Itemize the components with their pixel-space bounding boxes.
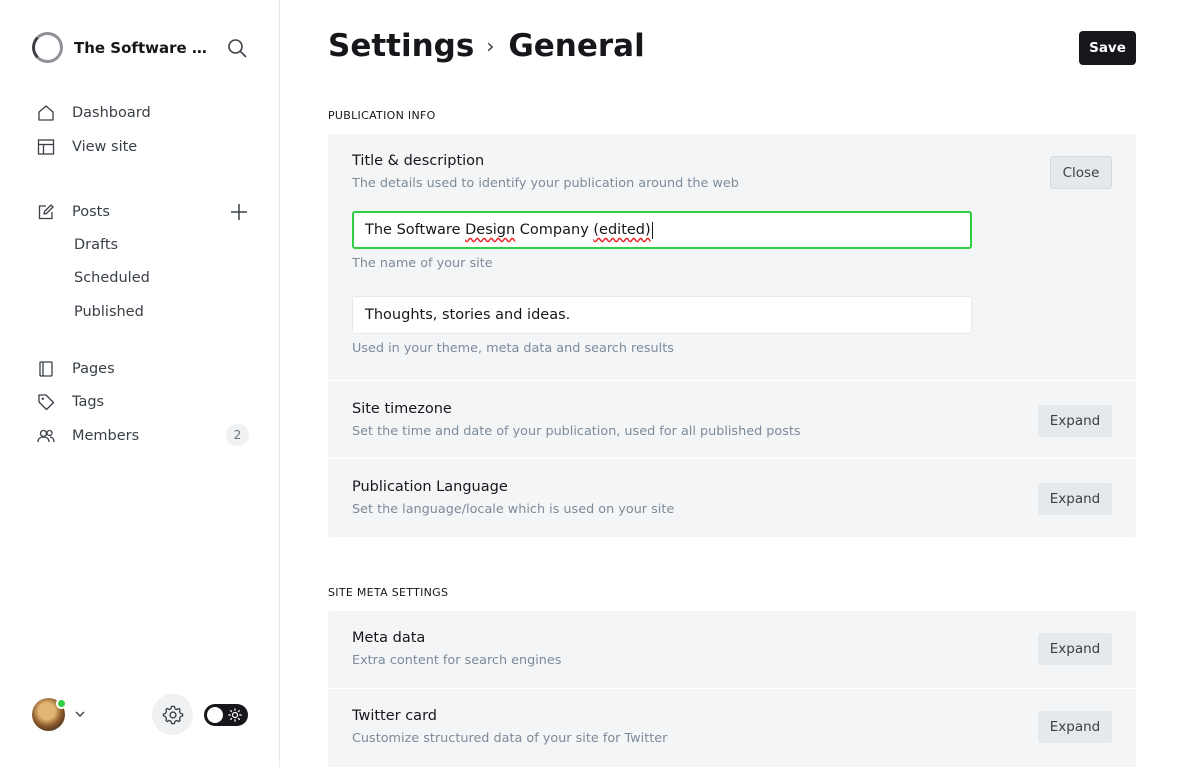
sidebar-item-label: Posts xyxy=(72,204,110,220)
sidebar-item-tags[interactable]: Tags xyxy=(36,390,104,414)
tag-icon xyxy=(36,392,56,412)
sidebar-item-dashboard[interactable]: Dashboard xyxy=(36,101,151,125)
page-title: Settings › General xyxy=(328,28,645,64)
sidebar-item-label: Tags xyxy=(72,394,105,410)
members-icon xyxy=(36,426,56,446)
row-title: Site timezone xyxy=(352,401,452,417)
gear-icon xyxy=(162,705,183,724)
sidebar-item-label: View site xyxy=(72,139,138,155)
save-button[interactable]: Save xyxy=(1079,31,1136,65)
site-description-help: Used in your theme, meta data and search… xyxy=(352,341,674,356)
meta-data-row: Meta data Extra content for search engin… xyxy=(328,611,1136,689)
site-meta-group: Meta data Extra content for search engin… xyxy=(328,611,1136,767)
sidebar-item-label: Members xyxy=(72,428,140,444)
sidebar-item-drafts[interactable]: Drafts xyxy=(74,237,118,253)
close-button[interactable]: Close xyxy=(1050,156,1112,189)
expand-button[interactable]: Expand xyxy=(1038,711,1112,743)
expand-button[interactable]: Expand xyxy=(1038,633,1112,665)
sidebar-item-posts[interactable]: Posts xyxy=(36,200,110,224)
row-description: The details used to identify your public… xyxy=(352,176,739,191)
brand[interactable]: The Software De... xyxy=(32,32,214,63)
sidebar-item-published[interactable]: Published xyxy=(74,304,144,320)
sidebar-item-label: Pages xyxy=(72,361,115,377)
page-icon xyxy=(36,359,56,379)
publication-info-group: Title & description The details used to … xyxy=(328,134,1136,537)
site-title-input[interactable]: The Software Design Company (edited) xyxy=(352,211,972,249)
row-description: Set the language/locale which is used on… xyxy=(352,502,675,517)
sidebar-item-view-site[interactable]: View site xyxy=(36,135,137,159)
section-label-publication-info: PUBLICATION INFO xyxy=(328,109,436,122)
site-description-input[interactable]: Thoughts, stories and ideas. xyxy=(352,296,972,334)
sidebar-item-label: Dashboard xyxy=(72,105,151,121)
site-timezone-row: Site timezone Set the time and date of y… xyxy=(328,381,1136,459)
brand-name: The Software De... xyxy=(74,38,214,57)
title-description-row: Title & description The details used to … xyxy=(328,134,1136,381)
row-title: Meta data xyxy=(352,630,426,646)
text-caret xyxy=(651,221,653,239)
row-description: Extra content for search engines xyxy=(352,653,562,668)
sidebar: The Software De... Dashboard View site P… xyxy=(0,0,280,767)
row-description: Customize structured data of your site f… xyxy=(352,731,668,746)
row-description: Set the time and date of your publicatio… xyxy=(352,424,801,439)
sidebar-item-pages[interactable]: Pages xyxy=(36,357,115,381)
home-icon xyxy=(36,103,56,123)
user-avatar[interactable] xyxy=(32,698,67,732)
sidebar-item-members[interactable]: Members xyxy=(36,424,139,448)
row-title: Title & description xyxy=(352,153,485,169)
layout-icon xyxy=(36,137,56,157)
edit-icon xyxy=(36,202,56,222)
members-count-badge: 2 xyxy=(226,424,249,446)
expand-button[interactable]: Expand xyxy=(1038,405,1112,437)
twitter-card-row: Twitter card Customize structured data o… xyxy=(328,689,1136,767)
sidebar-item-scheduled[interactable]: Scheduled xyxy=(74,270,150,286)
row-title: Twitter card xyxy=(352,708,437,724)
site-title-value: The Software Design Company (edited) xyxy=(365,222,651,238)
breadcrumb-current: General xyxy=(508,28,645,64)
online-status-dot xyxy=(56,698,67,709)
breadcrumb-settings[interactable]: Settings xyxy=(328,28,474,64)
section-label-site-meta: SITE META SETTINGS xyxy=(328,586,449,599)
expand-button[interactable]: Expand xyxy=(1038,483,1112,515)
row-title: Publication Language xyxy=(352,479,508,495)
search-icon[interactable] xyxy=(227,38,247,58)
site-logo-icon xyxy=(32,32,63,63)
toggle-knob xyxy=(207,707,223,723)
chevron-down-icon[interactable] xyxy=(74,708,86,720)
breadcrumb-separator: › xyxy=(486,34,495,58)
settings-button[interactable] xyxy=(152,694,193,735)
publication-language-row: Publication Language Set the language/lo… xyxy=(328,459,1136,537)
add-post-icon[interactable] xyxy=(229,202,249,222)
dark-mode-toggle[interactable] xyxy=(204,704,248,726)
sun-icon xyxy=(228,708,242,722)
site-title-help: The name of your site xyxy=(352,256,493,271)
